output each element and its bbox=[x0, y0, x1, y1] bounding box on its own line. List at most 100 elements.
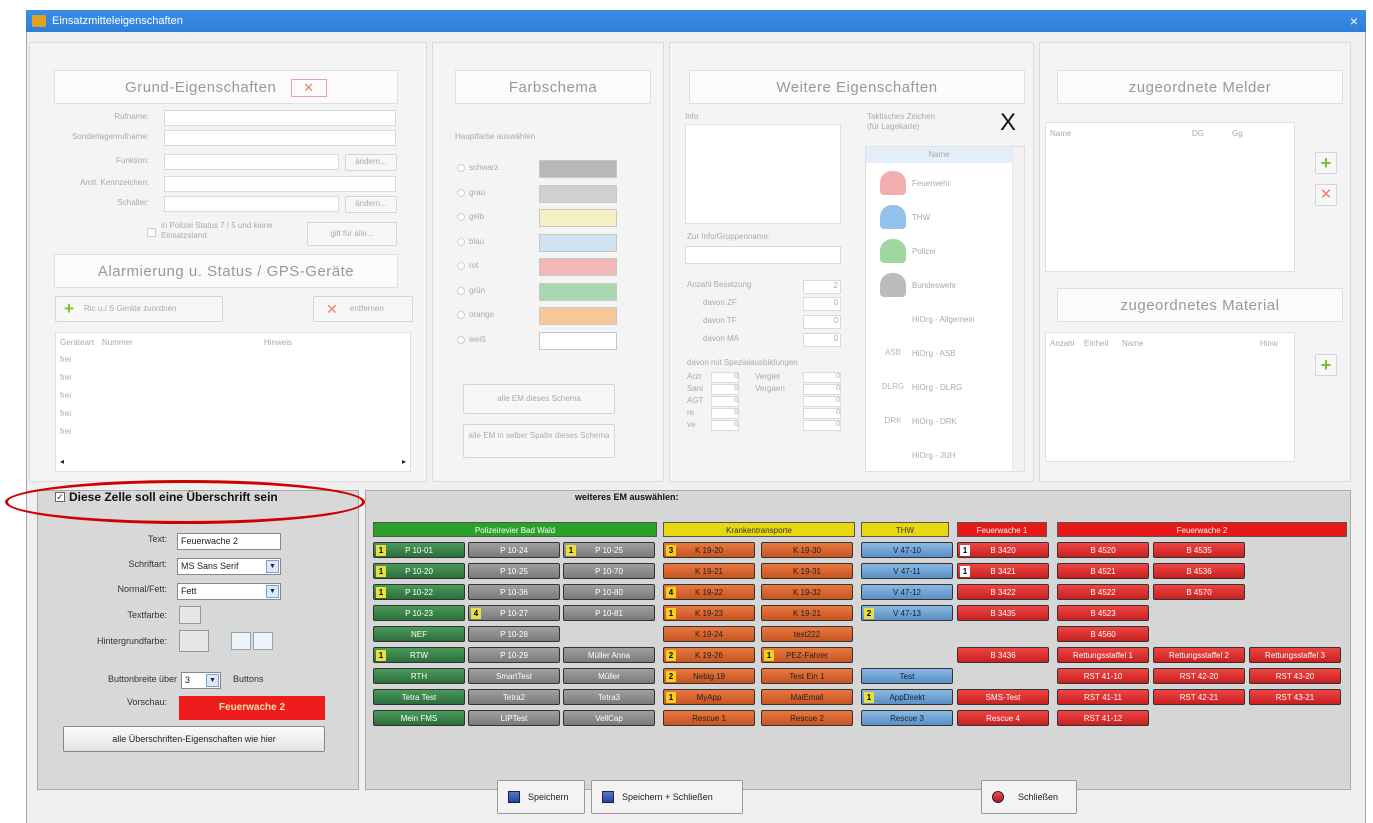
em-button[interactable]: P 10-80 bbox=[563, 584, 655, 600]
em-button[interactable]: Tetra Test bbox=[373, 689, 465, 705]
copy-icon[interactable] bbox=[231, 632, 251, 650]
spez-input-right[interactable]: 0 bbox=[803, 372, 841, 383]
taktisch-item-label[interactable]: HiOrg - ASB bbox=[912, 349, 956, 358]
em-button[interactable]: Rescue 2 bbox=[761, 710, 853, 726]
em-button[interactable]: test222 bbox=[761, 626, 853, 642]
em-button[interactable]: B 4570 bbox=[1153, 584, 1245, 600]
grund-close-icon[interactable]: ✕ bbox=[290, 79, 327, 98]
taktisch-item-label[interactable]: HiOrg - DRK bbox=[912, 417, 957, 426]
em-button[interactable]: Müller bbox=[563, 668, 655, 684]
taktisch-item-label[interactable]: HiOrg - Allgemein bbox=[912, 315, 975, 324]
em-button[interactable]: P 10-25 1 bbox=[563, 542, 655, 558]
em-button[interactable]: RTH bbox=[373, 668, 465, 684]
em-button[interactable]: Rescue 3 bbox=[861, 710, 953, 726]
em-button[interactable]: B 4535 bbox=[1153, 542, 1245, 558]
davon-zf-input[interactable]: 0 bbox=[803, 297, 841, 311]
em-button[interactable]: P 10-20 1 bbox=[373, 563, 465, 579]
em-button[interactable]: P 10-22 1 bbox=[373, 584, 465, 600]
bgcolor-picker-icon[interactable] bbox=[179, 630, 209, 652]
farb-radio-2[interactable] bbox=[457, 213, 465, 221]
davon-tf-input[interactable]: 0 bbox=[803, 315, 841, 329]
melder-list[interactable]: Name DG Gg bbox=[1045, 122, 1295, 272]
em-button[interactable]: Nebig 19 2 bbox=[663, 668, 755, 684]
farb-swatch[interactable] bbox=[539, 282, 617, 301]
em-button[interactable]: P 10-24 bbox=[468, 542, 560, 558]
em-button[interactable]: Rescue 1 bbox=[663, 710, 755, 726]
farb-radio-0[interactable] bbox=[457, 164, 465, 172]
funktion-aendern-button[interactable]: ändern... bbox=[345, 154, 397, 171]
em-button[interactable]: MaiEmail bbox=[761, 689, 853, 705]
em-button[interactable]: V 47-12 bbox=[861, 584, 953, 600]
list-item[interactable]: frei bbox=[60, 391, 71, 400]
em-button[interactable]: P 10-81 bbox=[563, 605, 655, 621]
em-button[interactable]: RST 42-21 bbox=[1153, 689, 1245, 705]
taktisch-item-label[interactable]: HiOrg - DLRG bbox=[912, 383, 962, 392]
em-button[interactable]: RST 41-11 bbox=[1057, 689, 1149, 705]
em-button[interactable]: K 19-26 2 bbox=[663, 647, 755, 663]
gruppenname-input[interactable] bbox=[685, 246, 841, 264]
schalter-aendern-button[interactable]: ändern... bbox=[345, 196, 397, 213]
em-button[interactable]: V 47-11 bbox=[861, 563, 953, 579]
farb-swatch[interactable] bbox=[539, 160, 617, 178]
farb-swatch[interactable] bbox=[539, 258, 617, 276]
anzahl-input[interactable]: 2 bbox=[803, 280, 841, 294]
kennzeichen-input[interactable] bbox=[164, 176, 396, 192]
em-button[interactable]: K 19-21 bbox=[663, 563, 755, 579]
em-button[interactable]: B 3435 bbox=[957, 605, 1049, 621]
em-button[interactable]: AppDirekt 1 bbox=[861, 689, 953, 705]
material-add-button[interactable]: + bbox=[1315, 354, 1337, 376]
farb-swatch[interactable] bbox=[539, 307, 617, 325]
spez-input-right[interactable]: 0 bbox=[803, 408, 841, 419]
remove-device-button[interactable]: ✕ entfernen bbox=[313, 296, 413, 322]
paste-icon[interactable] bbox=[253, 632, 273, 650]
melder-remove-button[interactable]: ✕ bbox=[1315, 184, 1337, 206]
schalter-input[interactable] bbox=[164, 196, 339, 212]
farb-swatch[interactable] bbox=[539, 233, 617, 252]
list-item[interactable]: frei bbox=[60, 355, 71, 364]
save-close-button[interactable]: Speichern + Schließen bbox=[591, 780, 743, 814]
taktisch-clear-icon[interactable]: X bbox=[991, 110, 1025, 136]
em-button[interactable]: B 3421 1 bbox=[957, 563, 1049, 579]
farb-all-button[interactable]: alle EM dieses Schema bbox=[463, 384, 615, 414]
em-button[interactable]: V 47-13 2 bbox=[861, 605, 953, 621]
width-select[interactable]: 3 ▼ bbox=[181, 672, 221, 689]
em-button[interactable]: K 19-21 bbox=[761, 605, 853, 621]
save-button[interactable]: Speichern bbox=[497, 780, 585, 814]
farb-radio-5[interactable] bbox=[457, 286, 465, 295]
em-button[interactable]: B 4536 bbox=[1153, 563, 1245, 579]
em-button[interactable]: P 10-27 4 bbox=[468, 605, 560, 621]
em-button[interactable]: B 3422 bbox=[957, 584, 1049, 600]
em-button[interactable]: B 4522 bbox=[1057, 584, 1149, 600]
em-button[interactable]: K 19-32 bbox=[761, 584, 853, 600]
em-button[interactable]: K 19-22 4 bbox=[663, 584, 755, 600]
material-list[interactable]: Anzahl Einheit Name Hinw bbox=[1045, 332, 1295, 462]
taktisch-item-label[interactable]: Bundeswehr bbox=[912, 281, 956, 290]
spez-input[interactable]: 0 bbox=[711, 408, 739, 419]
list-item[interactable]: frei bbox=[60, 427, 71, 436]
em-button[interactable]: B 3420 1 bbox=[957, 542, 1049, 558]
em-button[interactable]: LIPTest bbox=[468, 710, 560, 726]
em-button[interactable]: P 10-28 bbox=[468, 626, 560, 642]
em-button[interactable]: P 10-01 1 bbox=[373, 542, 465, 558]
farb-radio-6[interactable] bbox=[457, 311, 465, 319]
em-button[interactable]: Tetra3 bbox=[563, 689, 655, 705]
em-button[interactable]: Tetra2 bbox=[468, 689, 560, 705]
apply-all-button[interactable]: alle Überschriften-Eigenschaften wie hie… bbox=[63, 726, 325, 752]
farb-swatch[interactable] bbox=[539, 209, 617, 227]
farb-swatch[interactable] bbox=[539, 331, 617, 350]
sonderlage-input[interactable] bbox=[164, 130, 396, 146]
em-button[interactable]: K 19-24 bbox=[663, 626, 755, 642]
chevron-down-icon[interactable]: ▼ bbox=[266, 560, 279, 573]
font-select[interactable]: MS Sans Serif ▼ bbox=[177, 558, 281, 575]
em-button[interactable]: K 19-20 3 bbox=[663, 542, 755, 558]
scroll-right-icon[interactable]: ▸ bbox=[402, 457, 406, 466]
em-button[interactable]: B 4560 bbox=[1057, 626, 1149, 642]
close-button[interactable]: Schließen bbox=[981, 780, 1077, 814]
em-button[interactable]: P 10-29 bbox=[468, 647, 560, 663]
list-item[interactable]: frei bbox=[60, 373, 71, 382]
chevron-down-icon[interactable]: ▼ bbox=[266, 585, 279, 598]
em-button[interactable]: Rettungsstaffel 2 bbox=[1153, 647, 1245, 663]
davon-ma-input[interactable]: 0 bbox=[803, 333, 841, 347]
taktisch-item-label[interactable]: Feuerwehr bbox=[912, 179, 950, 188]
em-button[interactable]: RST 43-20 bbox=[1249, 668, 1341, 684]
